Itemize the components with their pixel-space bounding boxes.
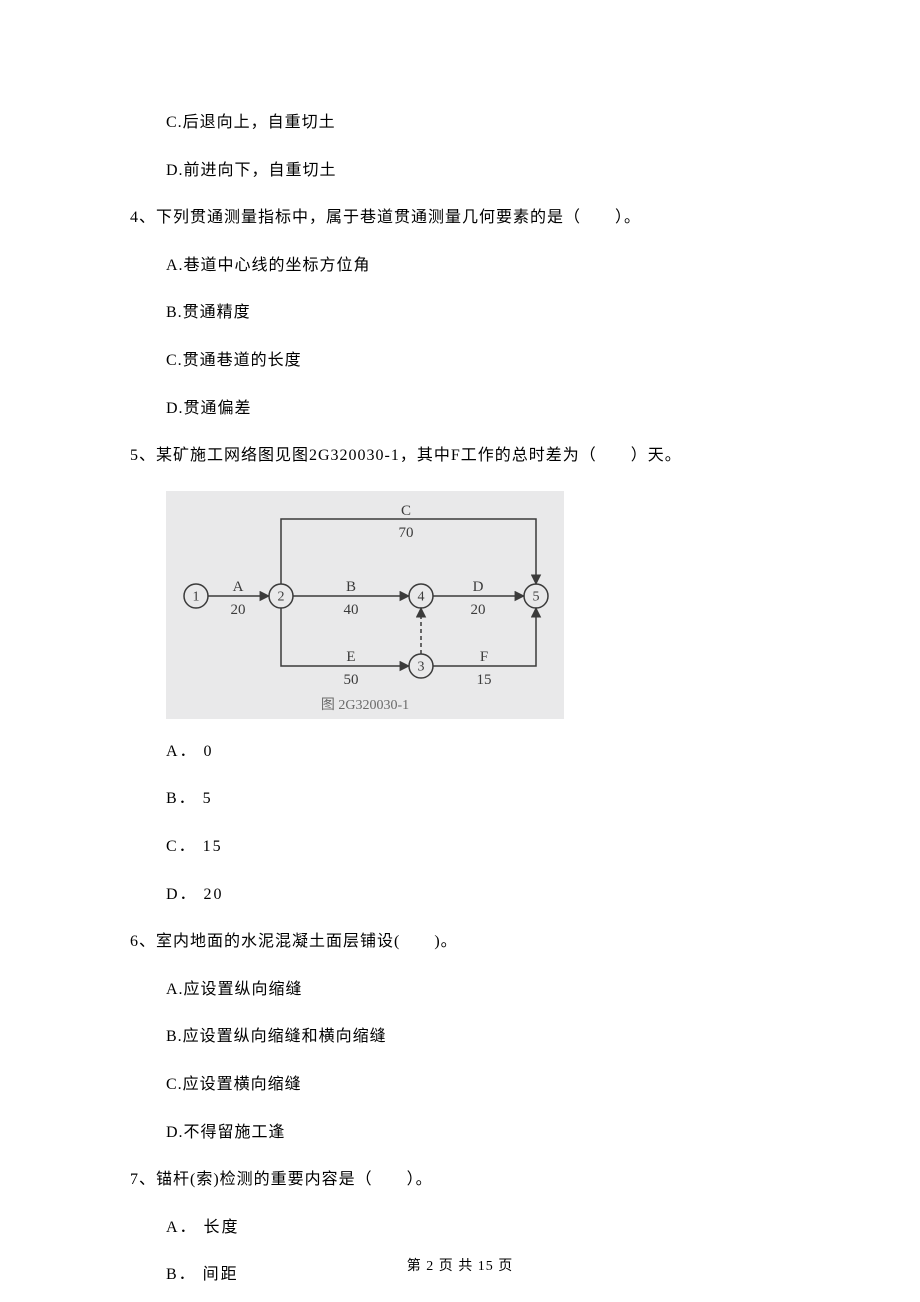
- network-diagram: C 70 A 20 B 40 D 20 E 50 F 15: [166, 491, 790, 721]
- diagram-caption: 图 2G320030-1: [321, 698, 409, 713]
- q4-option-d: D.贯通偏差: [130, 396, 790, 422]
- q6-option-a: A.应设置纵向缩缝: [130, 977, 790, 1003]
- edge-b-label: B: [346, 579, 356, 595]
- edge-f-value: 15: [477, 672, 492, 688]
- q7-option-a: A． 长度: [130, 1215, 790, 1241]
- q4-stem: 4、下列贯通测量指标中，属于巷道贯通测量几何要素的是（ ）。: [130, 205, 790, 231]
- q5-option-d: D． 20: [130, 882, 790, 908]
- edge-e-label: E: [346, 649, 355, 665]
- q5-option-a: A． 0: [130, 739, 790, 765]
- edge-a-label: A: [233, 579, 244, 595]
- q4-option-b: B.贯通精度: [130, 300, 790, 326]
- node-3-label: 3: [418, 659, 425, 674]
- edge-a-value: 20: [231, 602, 246, 618]
- edge-c-value: 70: [399, 525, 414, 541]
- edge-e-value: 50: [344, 672, 359, 688]
- q7-stem: 7、锚杆(索)检测的重要内容是（ ）。: [130, 1167, 790, 1193]
- q6-stem: 6、室内地面的水泥混凝土面层铺设( )。: [130, 929, 790, 955]
- page-content: C.后退向上，自重切土 D.前进向下，自重切土 4、下列贯通测量指标中，属于巷道…: [0, 110, 920, 1288]
- q3-option-c: C.后退向上，自重切土: [130, 110, 790, 136]
- edge-d-label: D: [473, 579, 484, 595]
- q4-option-c: C.贯通巷道的长度: [130, 348, 790, 374]
- q6-option-d: D.不得留施工逢: [130, 1120, 790, 1146]
- q3-option-d: D.前进向下，自重切土: [130, 158, 790, 184]
- edge-c-label: C: [401, 503, 411, 519]
- edge-f-label: F: [480, 649, 488, 665]
- node-5-label: 5: [533, 589, 540, 604]
- diagram-bg: [166, 491, 564, 719]
- page-footer: 第 2 页 共 15 页: [0, 1256, 920, 1278]
- node-1-label: 1: [193, 589, 200, 604]
- edge-b-value: 40: [344, 602, 359, 618]
- node-2-label: 2: [278, 589, 285, 604]
- node-4-label: 4: [418, 589, 425, 604]
- q4-option-a: A.巷道中心线的坐标方位角: [130, 253, 790, 279]
- q5-stem: 5、某矿施工网络图见图2G320030-1，其中F工作的总时差为（ ）天。: [130, 443, 790, 469]
- q5-option-c: C． 15: [130, 834, 790, 860]
- edge-d-value: 20: [471, 602, 486, 618]
- q5-option-b: B． 5: [130, 786, 790, 812]
- q6-option-b: B.应设置纵向缩缝和横向缩缝: [130, 1024, 790, 1050]
- q6-option-c: C.应设置横向缩缝: [130, 1072, 790, 1098]
